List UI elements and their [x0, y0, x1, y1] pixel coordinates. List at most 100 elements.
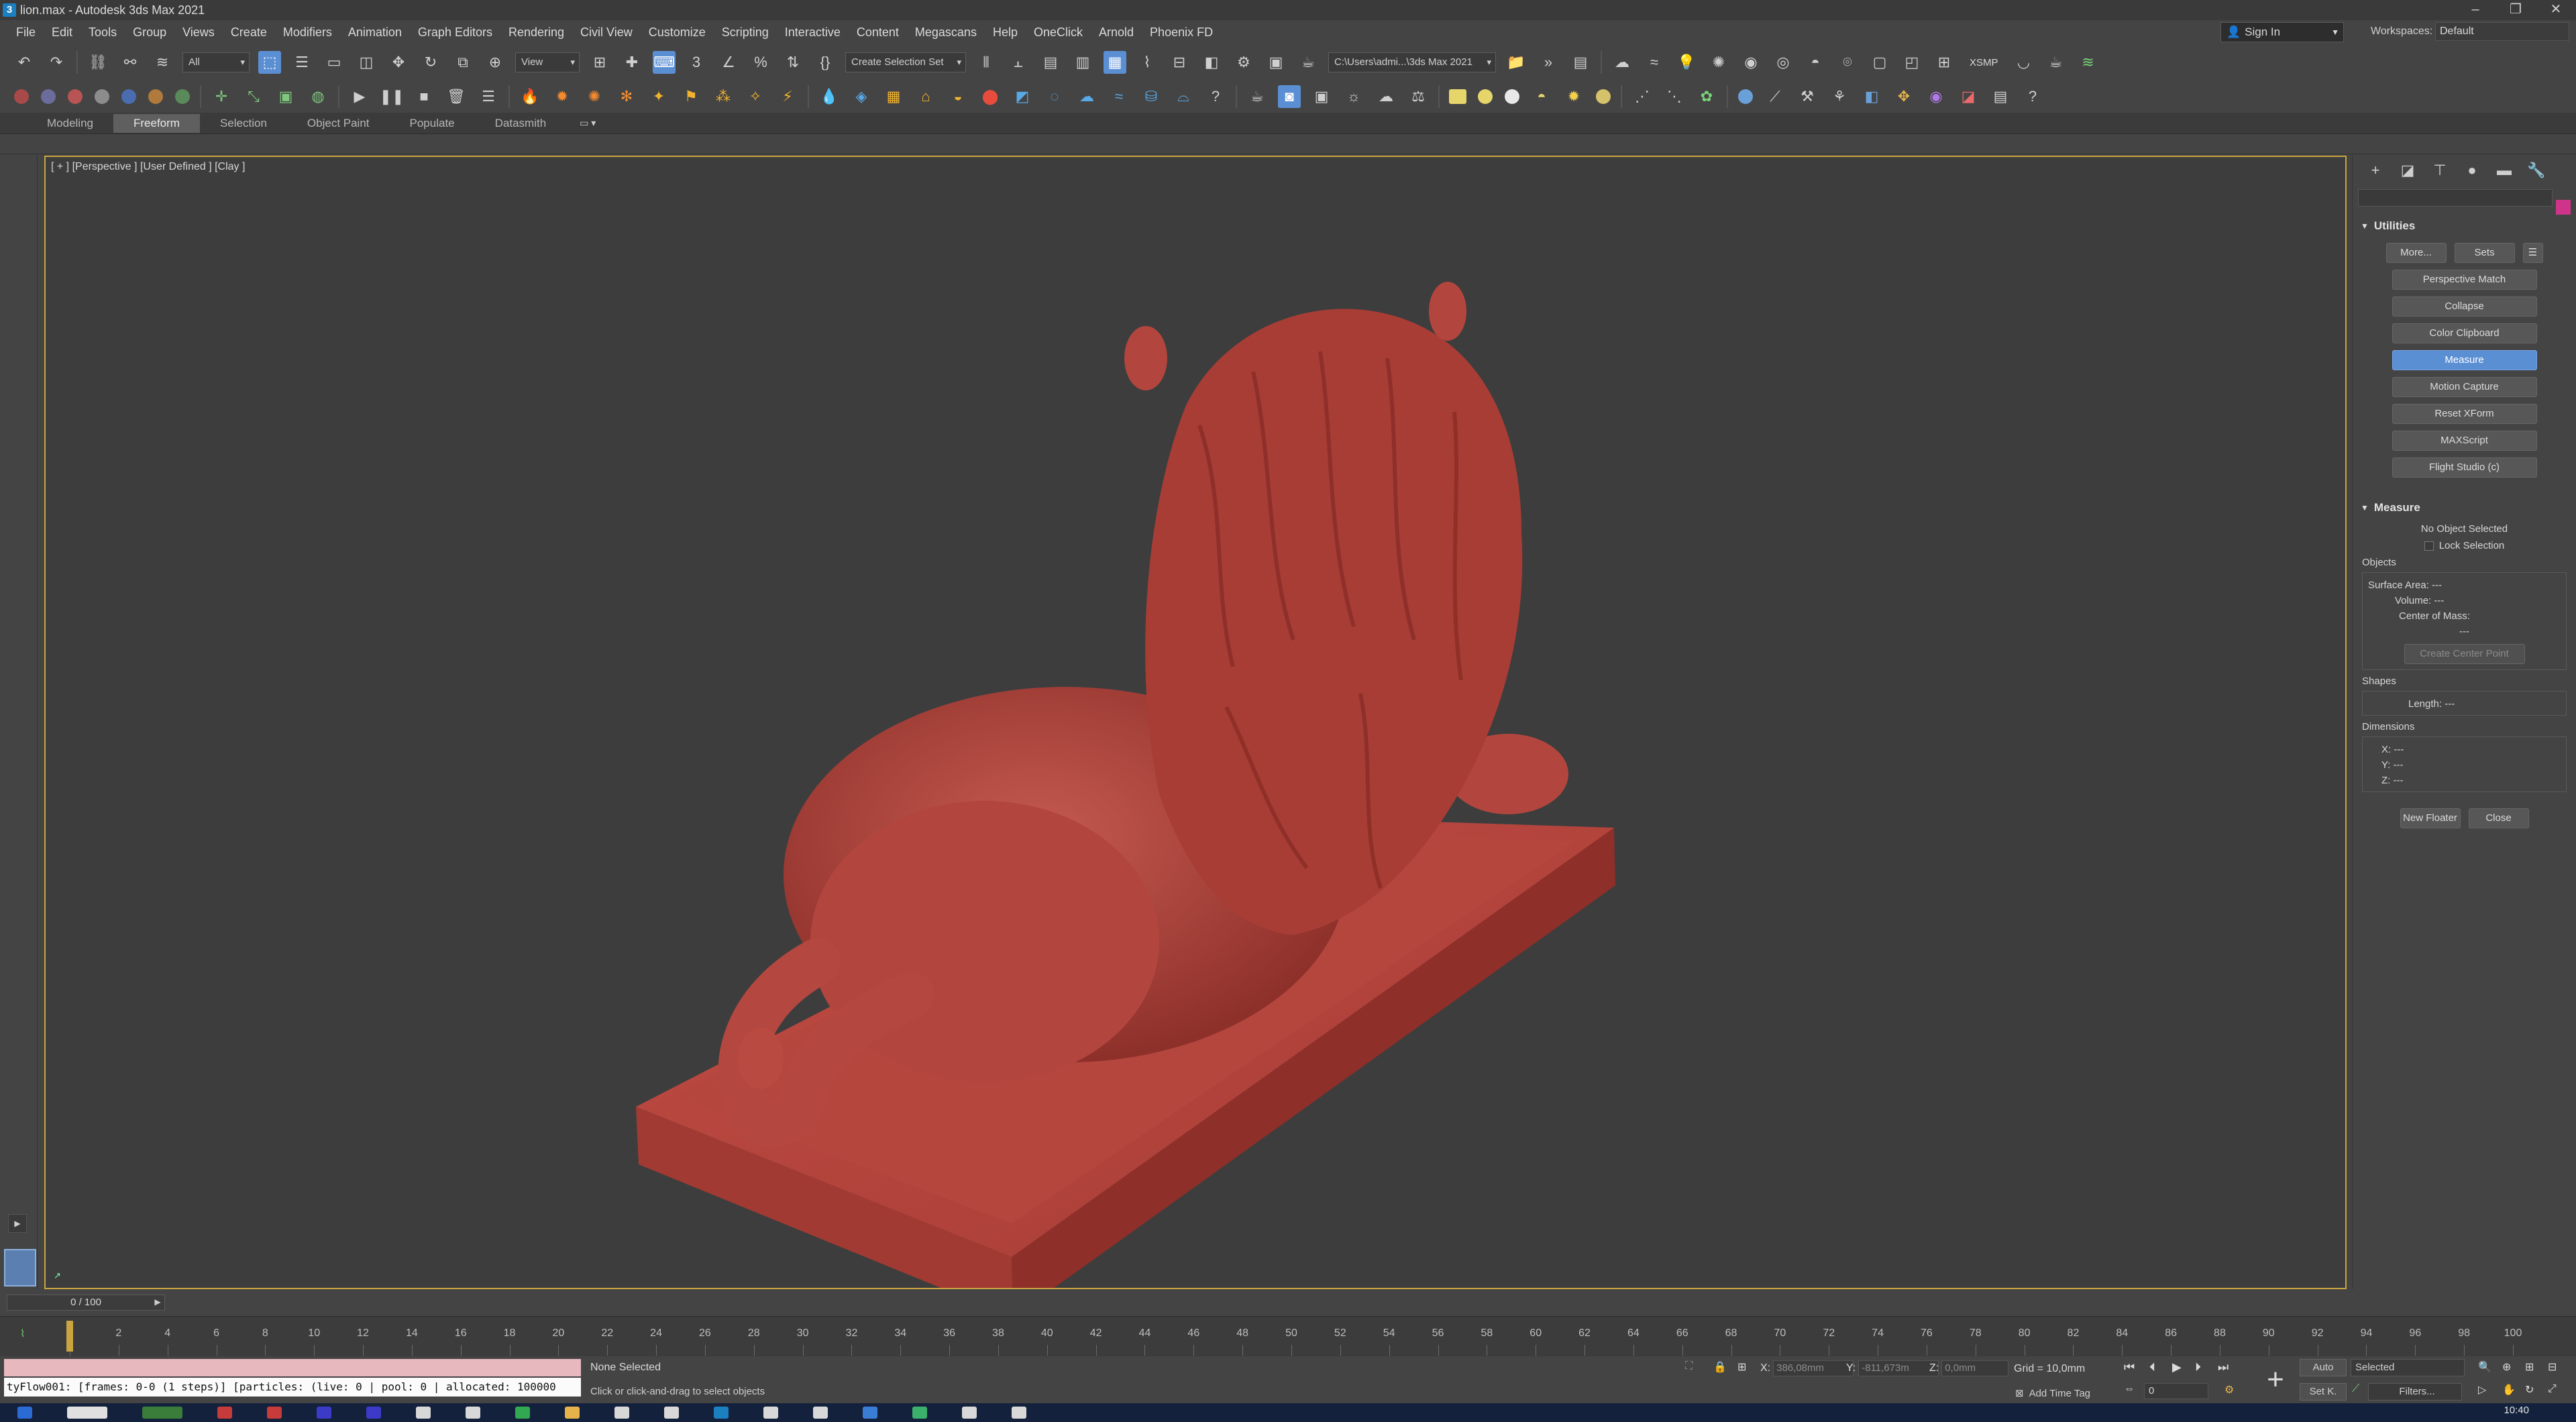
select-manipulate-icon[interactable]: ✚	[621, 51, 643, 74]
ribbon-options-button[interactable]: ▭ ▾	[580, 117, 596, 129]
create-center-point-button[interactable]: Create Center Point	[2404, 644, 2525, 664]
start-icon[interactable]	[17, 1407, 32, 1419]
menu-oneclick[interactable]: OneClick	[1026, 25, 1091, 40]
maxscript-button[interactable]: MAXScript	[2392, 431, 2537, 451]
reference-coordinate-dropdown[interactable]: View	[515, 52, 580, 72]
object-color-swatch[interactable]	[2556, 200, 2571, 215]
taskbar-app-icon[interactable]	[813, 1407, 828, 1419]
smoke-icon[interactable]: ✺	[583, 85, 606, 108]
command-panel-search-field[interactable]	[2358, 189, 2553, 207]
tyflow-axis-icon[interactable]: ⤡	[242, 85, 265, 108]
taskbar-app-icon[interactable]	[142, 1407, 182, 1419]
select-move-icon[interactable]: ✥	[387, 51, 410, 74]
play-animation-icon[interactable]: ▶	[2172, 1360, 2182, 1374]
zoom-extents-all-icon[interactable]: ⊟	[2548, 1360, 2557, 1374]
liquid-emitter-icon[interactable]: ⌂	[914, 85, 937, 108]
taskbar-app-icon[interactable]	[912, 1407, 927, 1419]
play-icon[interactable]: ▶	[348, 85, 371, 108]
liquid-wave-icon[interactable]: ≈	[1108, 85, 1130, 108]
y-coordinate-field[interactable]: -811,673m	[1858, 1360, 1939, 1376]
field-of-view-icon[interactable]: ▷	[2478, 1383, 2486, 1397]
scene-explorer-icon[interactable]: ▥	[1071, 51, 1094, 74]
phoenix-liquid-icon[interactable]: ≈	[1643, 51, 1666, 74]
menu-views[interactable]: Views	[174, 25, 223, 40]
more-button[interactable]: More...	[2385, 243, 2447, 263]
keyboard-shortcut-override-icon[interactable]: ⌨	[653, 51, 676, 74]
liquid-drop-icon[interactable]: ⌓	[1172, 85, 1195, 108]
rectangular-region-icon[interactable]: ▭	[323, 51, 345, 74]
select-by-name-icon[interactable]: ☰	[290, 51, 313, 74]
brush-icon[interactable]: ⟋	[1764, 85, 1786, 108]
menu-create[interactable]: Create	[223, 25, 275, 40]
menu-customize[interactable]: Customize	[641, 25, 714, 40]
fog-icon[interactable]: ⌾	[1836, 51, 1859, 74]
vfb-icon[interactable]: ▢	[1868, 51, 1891, 74]
viewport-cam-icon[interactable]: ◙	[1278, 85, 1301, 108]
menu-edit[interactable]: Edit	[44, 25, 80, 40]
auto-key-button[interactable]: Auto	[2300, 1359, 2347, 1376]
orbit-icon[interactable]: ↻	[2525, 1383, 2534, 1397]
redo-icon[interactable]: ↷	[45, 51, 68, 74]
fire-light-icon[interactable]: ✧	[744, 85, 767, 108]
taskbar-app-3dsmax-icon[interactable]	[714, 1407, 729, 1419]
dome-light-icon[interactable]: ◓	[1804, 51, 1827, 74]
tab-modeling[interactable]: Modeling	[27, 114, 113, 133]
key-mode-icon[interactable]: ⚙	[2224, 1383, 2234, 1397]
undo-icon[interactable]: ↶	[13, 51, 36, 74]
close-window-button[interactable]: ✕	[2536, 0, 2576, 20]
time-config-icon[interactable]: ⇔	[2124, 1383, 2135, 1395]
taskbar-app-icon[interactable]	[317, 1407, 331, 1419]
menu-file[interactable]: File	[8, 25, 44, 40]
frame-cursor[interactable]	[66, 1321, 73, 1352]
material-editor-icon[interactable]: ◧	[1200, 51, 1223, 74]
taskbar-app-icon[interactable]	[466, 1407, 480, 1419]
previous-frame-icon[interactable]: ⏴	[2149, 1360, 2155, 1374]
utilities-tab-icon[interactable]: 🔧	[2520, 162, 2553, 179]
motion-capture-button[interactable]: Motion Capture	[2392, 377, 2537, 397]
pan-view-icon[interactable]: ✋	[2502, 1383, 2516, 1397]
tyflow-world-icon[interactable]: ◍	[307, 85, 329, 108]
menu-interactive[interactable]: Interactive	[777, 25, 849, 40]
spinner-snap-icon[interactable]: ⇅	[782, 51, 804, 74]
taskbar-app-icon[interactable]	[67, 1407, 107, 1419]
sign-in-dropdown[interactable]: 👤 Sign In ▼	[2220, 22, 2344, 42]
color-palette-icon[interactable]: ✥	[1892, 85, 1915, 108]
configure-sets-icon[interactable]: ☰	[2522, 243, 2543, 263]
balance-icon[interactable]: ⚖	[1407, 85, 1430, 108]
sets-button[interactable]: Sets	[2454, 243, 2515, 263]
layer-explorer-icon[interactable]: ▤	[1039, 51, 1062, 74]
taskbar-app-icon[interactable]	[565, 1407, 580, 1419]
transform-gizmo-icon[interactable]: ✛	[210, 85, 233, 108]
link-icon[interactable]: ⛓	[87, 51, 109, 74]
menu-tools[interactable]: Tools	[80, 25, 125, 40]
maximize-viewport-icon[interactable]: ⤢	[2548, 1383, 2557, 1395]
camera-icon[interactable]: ◎	[1772, 51, 1794, 74]
taskbar-app-icon[interactable]	[217, 1407, 232, 1419]
tyflow-scale-icon[interactable]: ▣	[274, 85, 297, 108]
fire-wand-icon[interactable]: ⚡	[776, 85, 799, 108]
sun-icon[interactable]: ✺	[1707, 51, 1730, 74]
select-rotate-icon[interactable]: ↻	[419, 51, 442, 74]
menu-phoenix-fd[interactable]: Phoenix FD	[1142, 25, 1221, 40]
align-icon[interactable]: ⫠	[1007, 51, 1030, 74]
display-tab-icon[interactable]: ▬	[2488, 162, 2520, 179]
frame-icon[interactable]: ◰	[1900, 51, 1923, 74]
menu-arnold[interactable]: Arnold	[1091, 25, 1142, 40]
refresh-icon[interactable]: ◡	[2012, 51, 2035, 74]
menu-group[interactable]: Group	[125, 25, 174, 40]
liquid-stop-icon[interactable]: ⬤	[979, 85, 1002, 108]
zoom-extents-icon[interactable]: ⊞	[2525, 1360, 2534, 1374]
tyflow-bind-icon[interactable]	[175, 89, 190, 104]
taskbar-app-icon[interactable]	[366, 1407, 381, 1419]
tyflow-icon[interactable]	[14, 89, 29, 104]
render-production-icon[interactable]: ☕	[1297, 51, 1320, 74]
fire-grid-icon[interactable]: ✻	[615, 85, 638, 108]
taskbar-app-icon[interactable]	[614, 1407, 629, 1419]
taskbar-app-icon[interactable]	[763, 1407, 778, 1419]
taskbar-app-icon[interactable]	[863, 1407, 877, 1419]
liquid-foam-icon[interactable]: ◒	[947, 85, 969, 108]
reset-xform-button[interactable]: Reset XForm	[2392, 404, 2537, 424]
color-clipboard-button[interactable]: Color Clipboard	[2392, 323, 2537, 343]
perspective-viewport[interactable]: [ + ] [Perspective ] [User Defined ] [Cl…	[44, 156, 2347, 1289]
schematic-view-icon[interactable]: ⊟	[1168, 51, 1191, 74]
